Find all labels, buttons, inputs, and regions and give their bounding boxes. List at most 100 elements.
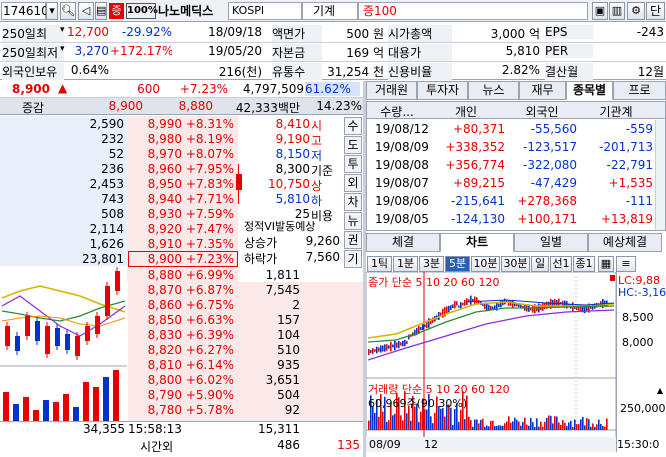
bid-price[interactable]: 8,810 xyxy=(130,358,182,372)
bid-price[interactable]: 8,880 xyxy=(130,268,182,282)
bid-price[interactable]: 8,780 xyxy=(130,403,182,417)
volume-bar xyxy=(426,409,428,430)
ask-price[interactable]: 8,970 xyxy=(130,147,182,161)
info-dropdown-icon[interactable]: ▾ xyxy=(60,44,70,54)
volume-bar xyxy=(400,415,402,430)
investor-value: +80,371 xyxy=(452,122,505,136)
ask-price[interactable]: 8,920 xyxy=(130,222,182,236)
volume-bar xyxy=(476,419,478,430)
bid-price[interactable]: 8,870 xyxy=(130,283,182,297)
period-button-6[interactable]: 일 xyxy=(531,256,549,272)
mini-volume-bar xyxy=(53,402,59,422)
investor-value: +100,171 xyxy=(517,212,577,226)
bid-price[interactable]: 8,790 xyxy=(130,388,182,402)
volume-bar xyxy=(488,426,490,430)
price-candle xyxy=(580,306,582,312)
volume-bar xyxy=(588,419,590,430)
volume-bar xyxy=(556,416,558,430)
bid-price[interactable]: 8,820 xyxy=(130,343,182,357)
volume-rate: 61.62% xyxy=(305,82,360,96)
bid-price[interactable]: 8,850 xyxy=(130,313,182,327)
memo-icon[interactable]: ▥ xyxy=(609,2,625,20)
bid-price[interactable]: 8,800 xyxy=(130,373,182,387)
right-tab-3[interactable]: 재무 xyxy=(519,81,566,100)
volume-bar xyxy=(594,426,596,430)
chart-tab-1[interactable]: 차트 xyxy=(440,233,514,252)
mini-volume-bar xyxy=(93,387,99,422)
price-legend: 종가 단순 5 10 20 60 120 xyxy=(368,276,500,289)
ohlc-value: 8,150 xyxy=(275,147,310,161)
ask-price[interactable]: 8,950 xyxy=(130,177,182,191)
volume-bar xyxy=(596,424,598,430)
side-tab-5[interactable]: 뉴 xyxy=(344,212,362,230)
ohlc-value: 9,190 xyxy=(275,132,310,146)
chart-tab-2[interactable]: 일별 xyxy=(514,233,588,252)
bid-rate: +6.75% xyxy=(185,298,234,312)
info-r1-c6: 대용가 xyxy=(388,44,452,61)
info-dropdown-icon[interactable]: ▾ xyxy=(60,25,70,35)
grid-icon[interactable]: ▦ xyxy=(598,256,614,272)
ask-price[interactable]: 8,930 xyxy=(130,207,182,221)
gear-icon[interactable]: ⚙ xyxy=(627,2,645,20)
footer-time: 15:58:13 xyxy=(128,422,182,436)
investor-value: -322,080 xyxy=(523,158,577,172)
price-change-rate: +7.23% xyxy=(179,82,228,96)
price-candle xyxy=(456,301,458,306)
right-tab-0[interactable]: 거래원 xyxy=(366,81,417,100)
chart-scroll-up[interactable]: ▲ xyxy=(655,386,665,396)
ask-price[interactable]: 8,910 xyxy=(130,237,182,251)
window-icon[interactable]: ▣ xyxy=(592,2,608,20)
flag-icon[interactable]: ≡ xyxy=(616,256,636,272)
info-r0-c6: 시가총액 xyxy=(388,25,452,42)
chart-tab-0[interactable]: 체결 xyxy=(366,233,440,252)
period-button-5[interactable]: 30분 xyxy=(501,256,530,272)
ask-price[interactable]: 8,940 xyxy=(130,192,182,206)
volume-bar xyxy=(584,425,586,430)
volume-bar xyxy=(490,421,492,430)
volume-bar xyxy=(502,425,504,430)
side-tab-6[interactable]: 권 xyxy=(344,231,362,249)
info-r2-c9: 12월 xyxy=(637,65,664,79)
search-icon[interactable]: 🔍︎ xyxy=(60,2,76,20)
ask-rate: +7.35% xyxy=(185,237,234,251)
chart-tab-3[interactable]: 예상체결 xyxy=(588,233,662,252)
list-icon[interactable]: ▤ xyxy=(95,2,107,20)
period-button-8[interactable]: 종1 xyxy=(573,256,595,272)
ask-price[interactable]: 8,990 xyxy=(130,117,182,131)
price-candle xyxy=(374,349,376,352)
bid-quantity: 104 xyxy=(277,328,300,342)
side-tab-0[interactable]: 수 xyxy=(344,117,362,135)
side-tab-7[interactable]: 기 xyxy=(344,250,362,268)
period-button-3[interactable]: 5분 xyxy=(445,256,470,272)
price-candle xyxy=(528,305,530,312)
delta-label: 증감 xyxy=(22,101,45,115)
stock-code-input[interactable]: 174610 xyxy=(1,2,49,20)
volume-bar xyxy=(586,418,588,430)
period-button-0[interactable]: 1틱 xyxy=(367,256,392,272)
period-button-2[interactable]: 3분 xyxy=(419,256,444,272)
right-tab-4[interactable]: 종목별 xyxy=(566,81,613,100)
ask-price[interactable]: 8,980 xyxy=(130,132,182,146)
side-tab-2[interactable]: 투 xyxy=(344,155,362,173)
side-tab-4[interactable]: 차 xyxy=(344,193,362,211)
period-button-4[interactable]: 10분 xyxy=(471,256,500,272)
right-tab-5[interactable]: 프로 xyxy=(613,81,666,100)
mode-button[interactable]: 단 xyxy=(646,2,665,20)
volume-bar xyxy=(514,417,516,430)
side-tab-3[interactable]: 외 xyxy=(344,174,362,192)
period-button-7[interactable]: 선1 xyxy=(550,256,572,272)
price-candle xyxy=(472,298,474,302)
right-tab-1[interactable]: 투자자 xyxy=(417,81,468,100)
investor-col-header[interactable]: 수량... xyxy=(369,103,425,120)
side-tab-1[interactable]: 도 xyxy=(344,136,362,154)
volume-bar xyxy=(540,421,542,430)
right-tab-2[interactable]: 뉴스 xyxy=(468,81,519,100)
mini-volume-bar xyxy=(3,392,9,422)
period-button-1[interactable]: 1분 xyxy=(393,256,418,272)
code-dropdown-button[interactable]: ▾ xyxy=(46,2,58,20)
ask-price[interactable]: 8,960 xyxy=(130,162,182,176)
speaker-icon[interactable]: ◁ xyxy=(78,2,94,20)
price-candle xyxy=(492,306,494,310)
bid-price[interactable]: 8,830 xyxy=(130,328,182,342)
bid-price[interactable]: 8,860 xyxy=(130,298,182,312)
